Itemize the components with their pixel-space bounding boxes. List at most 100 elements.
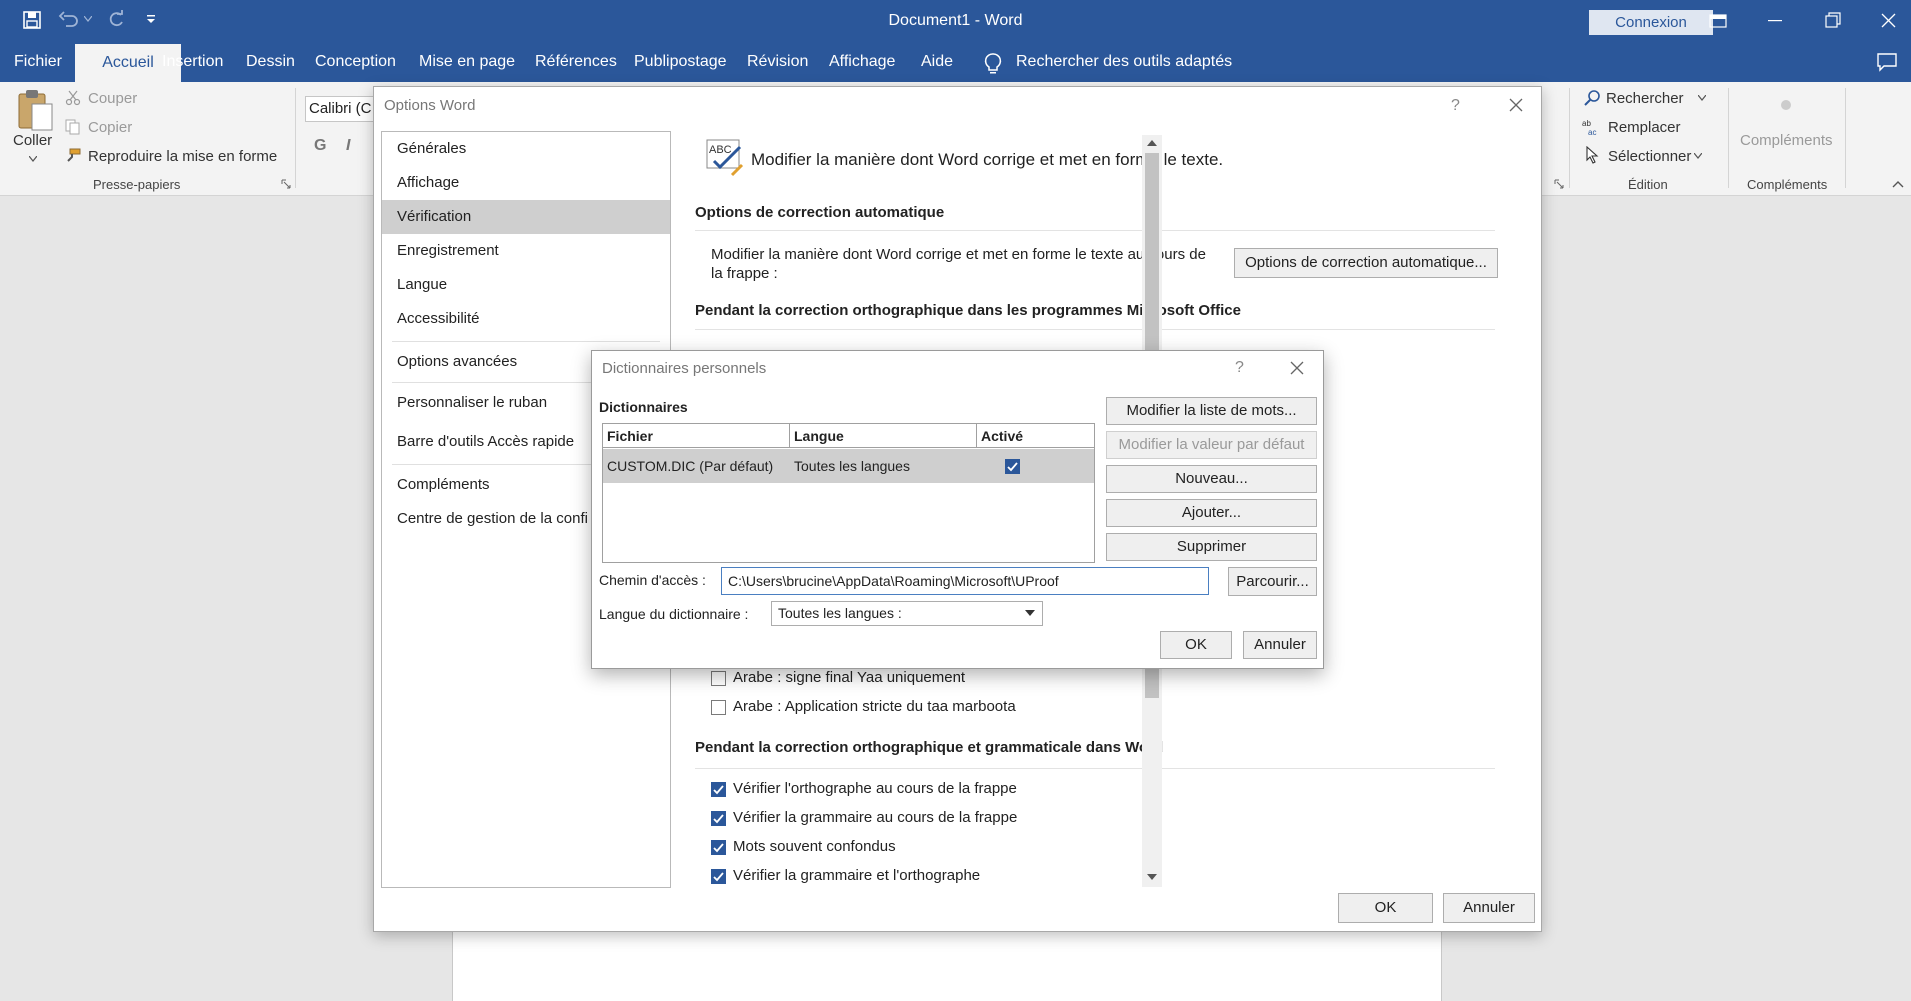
comments-icon[interactable]	[1876, 52, 1898, 72]
svg-text:ab: ab	[1582, 119, 1591, 128]
checkbox[interactable]	[711, 869, 726, 884]
autocorrect-description-2: la frappe :	[711, 265, 778, 282]
replace-button[interactable]: Remplacer	[1608, 119, 1681, 136]
close-icon[interactable]	[1868, 6, 1908, 36]
select-button[interactable]: Sélectionner	[1608, 148, 1691, 165]
dialog-launcher-icon[interactable]	[1554, 179, 1564, 189]
table-cell-language[interactable]: Toutes les langues	[790, 449, 977, 483]
option-arabic-taa[interactable]: Arabe : Application stricte du taa marbo…	[733, 698, 1016, 715]
find-button[interactable]: Rechercher	[1606, 90, 1684, 107]
sign-in-button[interactable]: Connexion	[1589, 10, 1713, 35]
paste-label[interactable]: Coller	[13, 132, 52, 149]
help-icon[interactable]: ?	[1451, 97, 1460, 115]
cut-button[interactable]: Couper	[88, 90, 137, 107]
copy-button[interactable]: Copier	[88, 119, 132, 136]
option-confused-words[interactable]: Mots souvent confondus	[733, 838, 896, 855]
dictionaries-label: Dictionnaires	[599, 399, 688, 415]
minimize-icon[interactable]	[1755, 6, 1795, 36]
group-separator	[1845, 88, 1846, 188]
checkbox[interactable]	[711, 782, 726, 797]
add-dictionary-button[interactable]: Ajouter...	[1106, 499, 1317, 527]
collapse-ribbon-icon[interactable]	[1892, 180, 1904, 188]
nav-item-langue[interactable]: Langue	[382, 268, 670, 302]
tab-aide[interactable]: Aide	[921, 53, 953, 71]
help-icon[interactable]: ?	[1235, 359, 1244, 377]
tab-revision[interactable]: Révision	[747, 53, 808, 71]
addins-icon[interactable]	[1779, 98, 1793, 112]
dropdown-arrow-icon[interactable]	[1025, 610, 1035, 616]
option-arabic-yaa[interactable]: Arabe : signe final Yaa uniquement	[733, 669, 965, 686]
checkbox[interactable]	[711, 700, 726, 715]
tab-fichier[interactable]: Fichier	[14, 53, 62, 71]
language-select[interactable]: Toutes les langues :	[771, 601, 1043, 626]
ok-button[interactable]: OK	[1338, 893, 1433, 923]
table-cell-file[interactable]: CUSTOM.DIC (Par défaut)	[603, 449, 790, 483]
tab-affichage[interactable]: Affichage	[829, 53, 895, 71]
remove-dictionary-button[interactable]: Supprimer	[1106, 533, 1317, 561]
table-cell-active[interactable]	[977, 449, 1094, 483]
chevron-down-icon[interactable]	[1694, 153, 1702, 159]
scroll-down-icon[interactable]	[1147, 874, 1157, 880]
tab-insertion[interactable]: Insertion	[162, 53, 223, 71]
tab-dessin[interactable]: Dessin	[246, 53, 295, 71]
section-separator	[695, 329, 1495, 330]
checkbox[interactable]	[711, 811, 726, 826]
clipboard-group-label: Presse-papiers	[93, 177, 181, 192]
addins-button[interactable]: Compléments	[1740, 132, 1833, 149]
scroll-up-icon[interactable]	[1147, 140, 1157, 146]
restore-icon[interactable]	[1812, 6, 1852, 36]
tab-publipostage[interactable]: Publipostage	[634, 53, 727, 71]
checkbox[interactable]	[711, 840, 726, 855]
cancel-button[interactable]: Annuler	[1243, 631, 1317, 659]
nav-item-verification[interactable]: Vérification	[382, 200, 670, 234]
tab-mise-en-page[interactable]: Mise en page	[419, 53, 515, 71]
tell-me-search[interactable]: Rechercher des outils adaptés	[1016, 53, 1232, 71]
search-icon[interactable]	[1584, 89, 1602, 107]
checkbox[interactable]	[1005, 459, 1020, 474]
bold-button[interactable]: G	[314, 137, 326, 155]
paste-icon[interactable]	[16, 88, 54, 132]
option-grammar-spelling[interactable]: Vérifier la grammaire et l'orthographe	[733, 867, 980, 884]
format-painter-icon[interactable]	[65, 148, 81, 164]
dialog-launcher-icon[interactable]	[281, 179, 291, 189]
nav-separator	[392, 341, 660, 342]
checkbox[interactable]	[711, 671, 726, 686]
column-header-active[interactable]: Activé	[977, 424, 1094, 448]
autocorrect-options-button[interactable]: Options de correction automatique...	[1234, 248, 1498, 278]
abc-check-icon: ABC	[706, 139, 744, 177]
set-default-button[interactable]: Modifier la valeur par défaut	[1106, 431, 1317, 459]
chevron-down-icon[interactable]	[1698, 95, 1706, 101]
document-page[interactable]	[452, 930, 1442, 1001]
font-name-box[interactable]: Calibri (C	[305, 96, 375, 122]
browse-button[interactable]: Parcourir...	[1228, 567, 1317, 596]
cancel-button[interactable]: Annuler	[1443, 893, 1535, 923]
tab-conception[interactable]: Conception	[315, 53, 396, 71]
nav-item-affichage[interactable]: Affichage	[382, 166, 670, 200]
dialog-title: Dictionnaires personnels	[602, 360, 767, 377]
column-header-fichier[interactable]: Fichier	[603, 424, 790, 448]
column-header-langue[interactable]: Langue	[790, 424, 977, 448]
option-check-spelling[interactable]: Vérifier l'orthographe au cours de la fr…	[733, 780, 1017, 797]
scissors-icon[interactable]	[65, 90, 81, 106]
dictionaries-dialog: Dictionnaires personnels ? Dictionnaires…	[591, 350, 1324, 669]
copy-icon[interactable]	[65, 119, 81, 135]
nav-item-generales[interactable]: Générales	[382, 132, 670, 166]
format-painter-button[interactable]: Reproduire la mise en forme	[88, 148, 277, 165]
close-icon[interactable]	[1289, 360, 1305, 376]
title-bar: Document1 - Word Connexion	[0, 0, 1911, 44]
new-dictionary-button[interactable]: Nouveau...	[1106, 465, 1317, 493]
nav-item-accessibilite[interactable]: Accessibilité	[382, 302, 670, 336]
close-icon[interactable]	[1508, 97, 1524, 113]
nav-item-enregistrement[interactable]: Enregistrement	[382, 234, 670, 268]
chevron-down-icon[interactable]	[29, 156, 37, 162]
italic-button[interactable]: I	[346, 137, 350, 155]
option-check-grammar[interactable]: Vérifier la grammaire au cours de la fra…	[733, 809, 1017, 826]
ok-button[interactable]: OK	[1160, 631, 1232, 659]
ribbon-display-icon[interactable]	[1697, 6, 1737, 36]
tab-references[interactable]: Références	[535, 53, 617, 71]
edit-word-list-button[interactable]: Modifier la liste de mots...	[1106, 397, 1317, 425]
select-cursor-icon[interactable]	[1586, 146, 1600, 164]
replace-icon[interactable]: ab ac	[1582, 118, 1602, 136]
section-heading-autocorrect: Options de correction automatique	[695, 204, 945, 221]
path-input[interactable]: C:\Users\brucine\AppData\Roaming\Microso…	[721, 567, 1209, 595]
